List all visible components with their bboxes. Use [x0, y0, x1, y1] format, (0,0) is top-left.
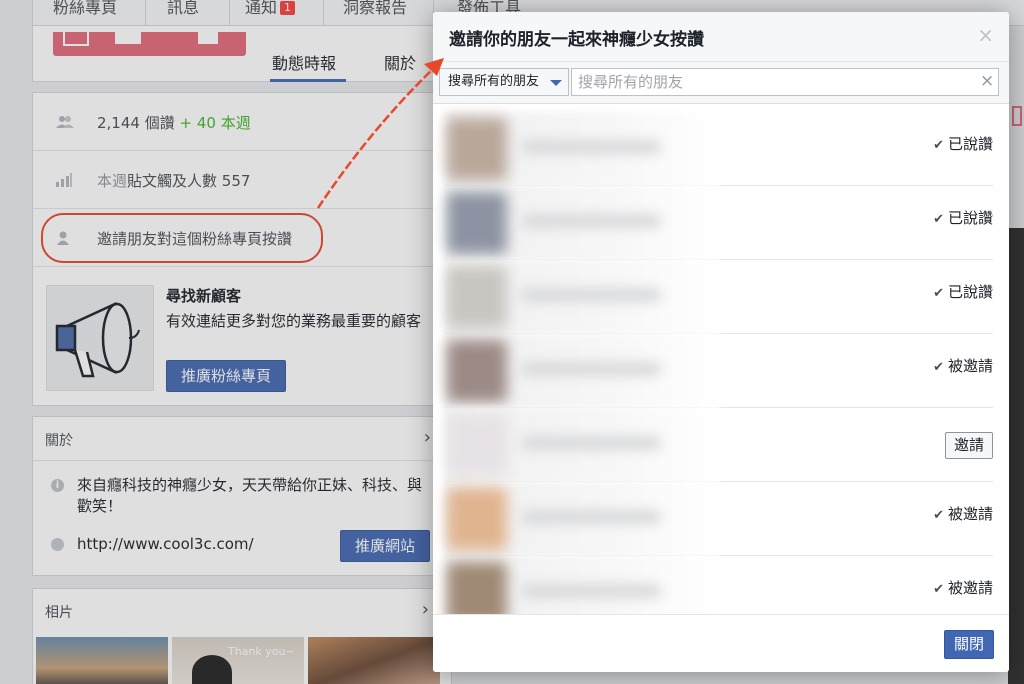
friend-name [521, 288, 661, 302]
website-link[interactable]: http://www.cool3c.com/ [77, 535, 254, 553]
checkmark-icon: ✔ [933, 508, 944, 523]
friend-status-invited: ✔ 被邀請 [933, 355, 993, 376]
globe-icon [51, 538, 64, 551]
friend-status-label: 被邀請 [947, 357, 993, 375]
friend-avatar [447, 488, 507, 550]
likes-total: 2,144 個讚 [97, 114, 175, 132]
friend-status-label: 被邀請 [947, 579, 993, 597]
cover-photo [53, 32, 246, 56]
reach-row[interactable]: 本週貼文觸及人數 557 [33, 151, 453, 209]
friend-search-input[interactable] [571, 68, 999, 96]
friend-status-label: 被邀請 [947, 505, 993, 523]
friend-status-label: 已說讚 [947, 135, 993, 153]
bar-chart-icon [55, 173, 73, 187]
friend-filter-value: 搜尋所有的朋友 [448, 74, 540, 89]
friend-name [521, 510, 661, 524]
friend-status-invited: ✔ 被邀請 [933, 577, 993, 598]
dialog-footer: 關閉 [433, 614, 1009, 672]
photo-caption: Thank you~ [228, 645, 295, 658]
friend-row: ✔ 已說讚 [445, 112, 993, 186]
chevron-right-icon: › [421, 599, 429, 620]
invite-friends-dialog: 邀請你的朋友一起來神癮少女按讚 × 搜尋所有的朋友 × ✔已說讚 ✔已說讚 ✔已… [433, 12, 1009, 672]
dialog-header: 邀請你的朋友一起來神癮少女按讚 × [433, 12, 1009, 62]
checkmark-icon: ✔ [933, 582, 944, 597]
likes-this-week: + 40 本週 [179, 114, 251, 132]
about-header[interactable]: 關於 › [33, 417, 453, 461]
checkmark-icon: ✔ [933, 286, 944, 301]
friend-name [521, 584, 661, 598]
annotation-circle [41, 213, 323, 263]
friend-status-invited: ✔ 被邀請 [933, 503, 993, 524]
friend-avatar [447, 414, 507, 476]
likes-row[interactable]: 2,144 個讚 + 40 本週 [33, 93, 453, 151]
friend-status-liked: ✔ 已說讚 [933, 133, 993, 154]
friend-filter-dropdown[interactable]: 搜尋所有的朋友 [439, 68, 569, 96]
friend-avatar [447, 340, 507, 402]
dialog-title: 邀請你的朋友一起來神癮少女按讚 [449, 30, 704, 50]
photos-header-label: 相片 [45, 605, 73, 621]
promote-website-button[interactable]: 推廣網站 [340, 530, 430, 562]
friend-filter-bar: 搜尋所有的朋友 × [433, 62, 1009, 104]
friend-row: ✔ 已說讚 [445, 260, 993, 334]
chevron-right-icon: › [423, 427, 431, 448]
info-icon: i [51, 479, 64, 492]
friend-avatar [447, 118, 507, 180]
likes-count: 2,144 個讚 + 40 本週 [97, 112, 251, 133]
clear-search-icon[interactable]: × [980, 71, 994, 91]
checkmark-icon: ✔ [933, 138, 944, 153]
photo-thumbnail[interactable]: Thank you~ [172, 637, 304, 684]
about-header-label: 關於 [45, 433, 73, 449]
promote-page-button[interactable]: 推廣粉絲專頁 [166, 360, 286, 392]
nav-tab-page[interactable]: 粉絲專頁 [53, 0, 117, 26]
friend-name [521, 362, 661, 376]
close-icon[interactable]: × [977, 23, 994, 47]
friend-name [521, 436, 661, 450]
friend-status-liked: ✔ 已說讚 [933, 207, 993, 228]
nav-tab-notifications[interactable]: 通知 1 [245, 0, 296, 26]
promo-description: 有效連結更多對您的業務最重要的顧客 [166, 312, 422, 330]
friend-name [521, 214, 661, 228]
photo-thumbnail[interactable] [308, 637, 440, 684]
nav-tab-messages[interactable]: 訊息 [167, 0, 199, 26]
reach-prefix: 本週 [97, 172, 128, 190]
photos-panel: 相片 › Thank you~ [32, 588, 452, 684]
friend-list: ✔ 已說讚 ✔ 已說讚 ✔ 已說讚 ✔ 被邀請 邀請 ✔ 被邀請 ✔ 被邀請 [433, 112, 1009, 630]
nav-tab-insights[interactable]: 洞察報告 [343, 0, 407, 26]
people-icon [55, 115, 74, 129]
reach-count: 貼文觸及人數 557 [127, 172, 251, 190]
checkmark-icon: ✔ [933, 360, 944, 375]
page-edge-strip [1008, 228, 1024, 684]
nav-tab-notifications-label: 通知 [245, 0, 278, 17]
close-dialog-button[interactable]: 關閉 [944, 630, 994, 659]
promo-title: 尋找新顧客 [166, 287, 242, 305]
friend-status-liked: ✔ 已說讚 [933, 281, 993, 302]
photo-thumbnail[interactable] [36, 637, 168, 684]
friend-row: ✔ 被邀請 [445, 334, 993, 408]
invite-friend-button[interactable]: 邀請 [945, 432, 993, 459]
checkmark-icon: ✔ [933, 212, 944, 227]
friend-row: ✔ 被邀請 [445, 482, 993, 556]
notification-badge: 1 [280, 1, 296, 15]
friend-status-label: 已說讚 [947, 209, 993, 227]
about-description: 來自癮科技的神癮少女，天天帶給你正妹、科技、與歡笑！ [77, 476, 423, 515]
friend-name [521, 140, 661, 154]
megaphone-icon [46, 285, 154, 391]
tab-timeline[interactable]: 動態時報 [272, 50, 336, 74]
friend-avatar [447, 192, 507, 254]
friend-row: 邀請 [445, 408, 993, 482]
friend-row: ✔ 已說讚 [445, 186, 993, 260]
friend-avatar [447, 266, 507, 328]
partial-element [1012, 106, 1022, 126]
dropdown-caret-icon [550, 80, 562, 86]
active-tab-indicator [270, 79, 346, 82]
tab-about[interactable]: 關於 [384, 50, 416, 74]
about-panel: 關於 › i 來自癮科技的神癮少女，天天帶給你正妹、科技、與歡笑！ http:/… [32, 416, 453, 576]
reach-text: 本週貼文觸及人數 557 [97, 170, 250, 191]
friend-status-label: 已說讚 [947, 283, 993, 301]
